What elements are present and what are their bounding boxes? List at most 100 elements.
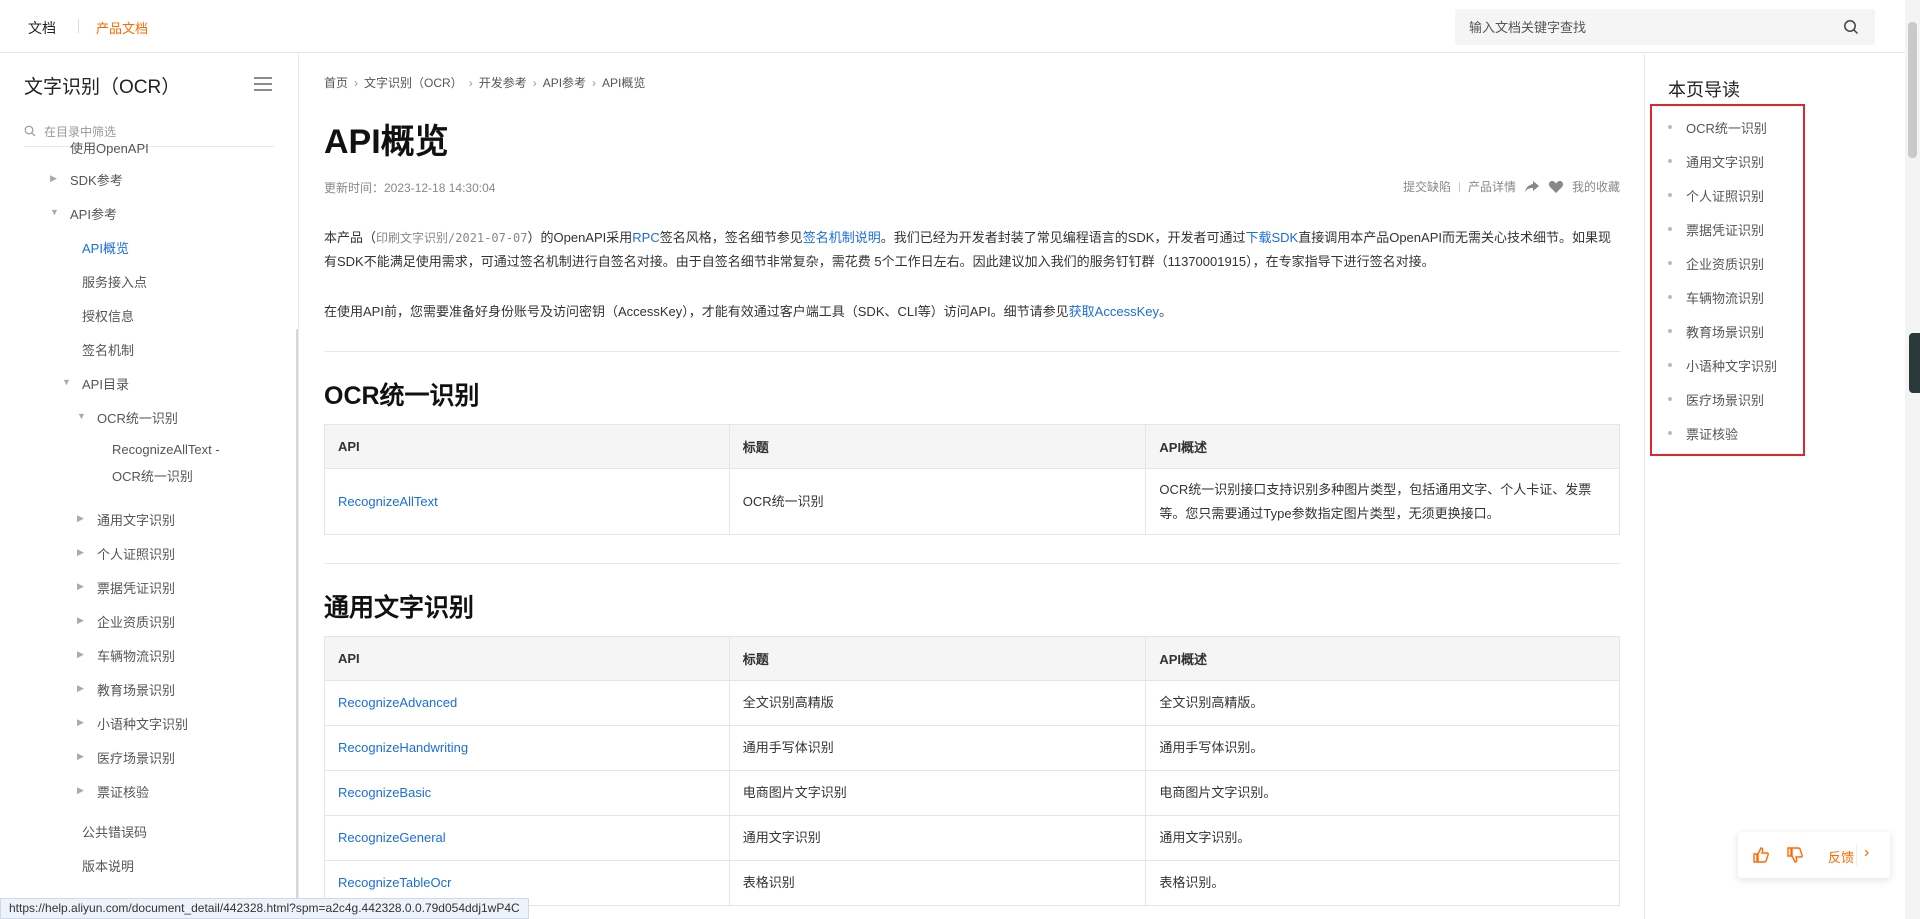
intro-paragraph-1: 本产品（印刷文字识别/2021-07-07）的OpenAPI采用RPC签名风格，…: [324, 226, 1620, 274]
caret-right-icon[interactable]: ▶: [77, 683, 84, 694]
api-link[interactable]: RecognizeHandwriting: [324, 725, 730, 771]
caret-right-icon[interactable]: ▶: [77, 615, 84, 626]
breadcrumb: 首页 › 文字识别（OCR） › 开发参考 › API参考 › API概览: [324, 74, 645, 91]
sidebar-item[interactable]: 个人证照识别: [97, 544, 175, 563]
side-tool-tab[interactable]: [1909, 333, 1920, 393]
my-favorites-link[interactable]: 我的收藏: [1572, 178, 1620, 195]
api-desc-cell: 通用手写体识别。: [1145, 725, 1620, 771]
product-detail-link[interactable]: 产品详情: [1468, 178, 1516, 195]
share-icon[interactable]: [1524, 180, 1540, 194]
toc-divider: [1644, 54, 1645, 919]
caret-right-icon[interactable]: ▶: [77, 513, 84, 524]
feedback-button[interactable]: 反馈: [1828, 847, 1854, 866]
api-title-cell: 表格识别: [728, 860, 1147, 906]
header-divider: [78, 19, 79, 33]
sidebar-item[interactable]: 小语种文字识别: [97, 714, 188, 733]
chevron-right-icon[interactable]: ›: [1864, 844, 1869, 862]
sidebar-item[interactable]: 通用文字识别: [97, 510, 175, 529]
caret-right-icon[interactable]: ▶: [77, 785, 84, 796]
report-defect-link[interactable]: 提交缺陷: [1403, 178, 1451, 195]
table-header: 标题: [728, 636, 1147, 681]
sidebar-item[interactable]: 医疗场景识别: [97, 748, 175, 767]
breadcrumb-item[interactable]: 文字识别（OCR）: [364, 76, 463, 90]
sidebar-item[interactable]: API目录: [82, 374, 129, 393]
table-header: API概述: [1145, 636, 1620, 681]
api-desc-cell: 通用文字识别。: [1145, 815, 1620, 861]
sidebar-item[interactable]: OCR统一识别: [112, 466, 193, 485]
caret-right-icon[interactable]: ▶: [77, 581, 84, 592]
menu-icon[interactable]: [254, 76, 272, 92]
search-icon[interactable]: [1843, 19, 1859, 35]
caret-right-icon[interactable]: ▶: [77, 717, 84, 728]
divider: [324, 563, 1620, 564]
table-row: RecognizeBasic 电商图片文字识别 电商图片文字识别。: [324, 770, 1620, 816]
sidebar-item[interactable]: OCR统一识别: [97, 408, 178, 427]
sidebar-item[interactable]: 使用OpenAPI: [70, 138, 149, 157]
toc-item[interactable]: OCR统一识别: [1668, 118, 1767, 137]
toc-item[interactable]: 车辆物流识别: [1667, 288, 1764, 307]
breadcrumb-item[interactable]: 首页: [324, 76, 348, 90]
table-row: RecognizeAllText OCR统一识别 OCR统一识别接口支持识别多种图片…: [324, 468, 1620, 535]
feedback-widget: 反馈 ›: [1738, 832, 1890, 878]
sidebar-item[interactable]: 服务接入点: [82, 272, 147, 291]
api-link[interactable]: RecognizeAllText: [324, 468, 730, 535]
thumbs-up-icon[interactable]: [1752, 846, 1770, 864]
api-title-cell: 全文识别高精版: [728, 680, 1147, 726]
api-table-ocr-unified: API 标题 API概述 RecognizeAllText OCR统一识别 OCR统…: [324, 424, 1620, 535]
intro-text: 签名风格，签名细节参见: [659, 230, 803, 245]
thumbs-down-icon[interactable]: [1786, 846, 1804, 864]
breadcrumb-item[interactable]: API参考: [543, 76, 586, 90]
window-scrollbar[interactable]: [1905, 0, 1920, 919]
sidebar-item[interactable]: 签名机制: [82, 340, 134, 359]
sidebar-item[interactable]: SDK参考: [70, 170, 123, 189]
top-header: 文档 产品文档: [0, 0, 1920, 53]
breadcrumb-item[interactable]: 开发参考: [479, 76, 527, 90]
caret-right-icon[interactable]: ▶: [77, 649, 84, 660]
sidebar-item[interactable]: API概览: [82, 238, 129, 257]
toc-item[interactable]: 企业资质识别: [1667, 254, 1764, 273]
sidebar-item[interactable]: 企业资质识别: [97, 612, 175, 631]
doc-actions: 提交缺陷 产品详情 我的收藏: [1403, 178, 1620, 195]
caret-down-icon[interactable]: ▼: [62, 377, 71, 387]
toc-item[interactable]: 票据凭证识别: [1667, 220, 1764, 239]
api-desc-cell: 全文识别高精版。: [1145, 680, 1620, 726]
api-link[interactable]: RecognizeAdvanced: [324, 680, 730, 726]
sidebar-item[interactable]: 票据凭证识别: [97, 578, 175, 597]
sidebar-item[interactable]: 教育场景识别: [97, 680, 175, 699]
sidebar-item[interactable]: 车辆物流识别: [97, 646, 175, 665]
toc-item[interactable]: 小语种文字识别: [1667, 356, 1777, 375]
toc-item[interactable]: 医疗场景识别: [1667, 390, 1764, 409]
toc-item[interactable]: 通用文字识别: [1667, 152, 1764, 171]
heart-icon[interactable]: [1548, 180, 1564, 194]
caret-right-icon[interactable]: ▶: [50, 173, 57, 184]
sidebar-scrollbar[interactable]: [296, 329, 298, 899]
caret-down-icon[interactable]: ▼: [50, 207, 59, 217]
product-docs-link[interactable]: 产品文档: [96, 18, 148, 37]
rpc-link[interactable]: RPC: [632, 230, 659, 245]
sidebar-item[interactable]: 授权信息: [82, 306, 134, 325]
caret-right-icon[interactable]: ▶: [77, 547, 84, 558]
caret-down-icon[interactable]: ▼: [77, 411, 86, 421]
table-header: 标题: [728, 424, 1147, 469]
download-sdk-link[interactable]: 下载SDK: [1245, 230, 1298, 245]
caret-right-icon[interactable]: ▶: [77, 751, 84, 762]
sidebar-item[interactable]: RecognizeAllText -: [112, 442, 220, 457]
sidebar-item[interactable]: 公共错误码: [82, 822, 147, 841]
scrollbar-thumb[interactable]: [1908, 22, 1917, 158]
toc-item[interactable]: 教育场景识别: [1667, 322, 1764, 341]
get-accesskey-link[interactable]: 获取AccessKey: [1069, 304, 1159, 319]
section-title-general-text: 通用文字识别: [324, 594, 475, 622]
sidebar-item[interactable]: 版本说明: [82, 856, 134, 875]
toc-item[interactable]: 票证核验: [1667, 424, 1738, 443]
sidebar-item[interactable]: API参考: [70, 204, 117, 223]
signature-doc-link[interactable]: 签名机制说明: [803, 230, 881, 245]
api-link[interactable]: RecognizeBasic: [324, 770, 730, 816]
api-link[interactable]: RecognizeGeneral: [324, 815, 730, 861]
intro-text: 。: [1158, 304, 1172, 319]
api-title-cell: 电商图片文字识别: [728, 770, 1147, 816]
sidebar-item[interactable]: 票证核验: [97, 782, 149, 801]
brand-label[interactable]: 文档: [28, 18, 56, 38]
search-input[interactable]: [1469, 9, 1829, 45]
intro-text: 本产品（: [324, 230, 377, 245]
toc-item[interactable]: 个人证照识别: [1667, 186, 1764, 205]
